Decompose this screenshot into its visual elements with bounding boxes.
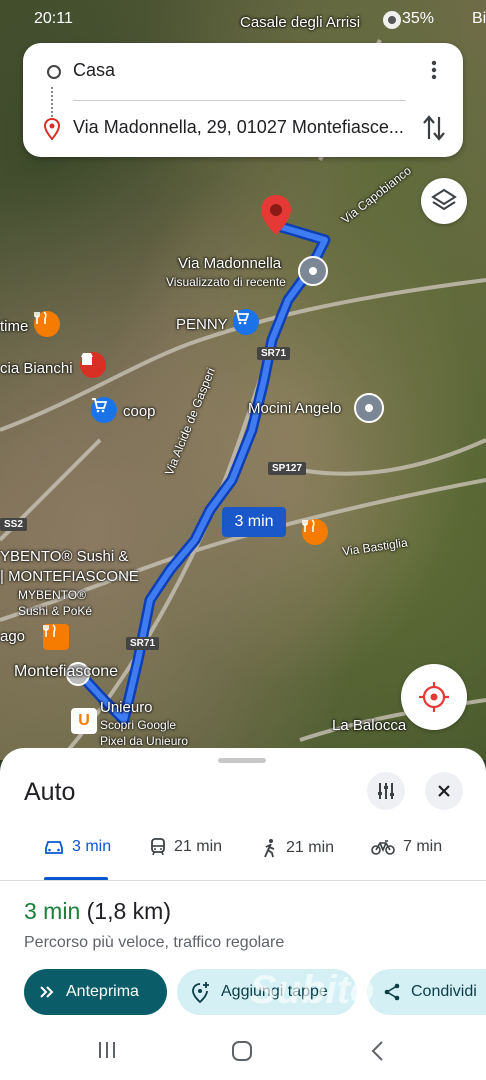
- tab-bike[interactable]: 7 min: [371, 838, 442, 856]
- swap-directions-icon[interactable]: [421, 113, 447, 143]
- map-label-mocini[interactable]: Mocini Angelo: [248, 400, 341, 417]
- status-time: 20:11: [34, 10, 73, 27]
- route-time-chip[interactable]: 3 min: [222, 507, 286, 537]
- add-location-icon: [192, 982, 209, 1003]
- road-shield-sr71-bottom: SR71: [126, 637, 160, 650]
- map-label-ago: ago: [0, 628, 26, 645]
- close-button[interactable]: [425, 772, 463, 810]
- back-icon[interactable]: [370, 1040, 386, 1062]
- tab-bike-label: 7 min: [403, 838, 443, 855]
- route-distance: (1,8 km): [86, 898, 171, 924]
- map-label-mybento-1[interactable]: YBENTO® Sushi &: [0, 548, 128, 565]
- watermark-text: Subito: [250, 968, 375, 1012]
- map-label-visualizzato: Visualizzato di recente: [166, 275, 286, 289]
- route-summary: 3 min (1,8 km): [24, 898, 171, 925]
- map-label-coop[interactable]: coop: [123, 403, 156, 420]
- tab-car[interactable]: 3 min: [44, 838, 111, 856]
- double-chevron-right-icon: [40, 986, 54, 998]
- road-shield-sr71-top: SR71: [257, 347, 291, 360]
- tab-car-label: 3 min: [72, 838, 112, 855]
- transit-icon: [151, 838, 165, 856]
- store-icon[interactable]: [80, 352, 106, 378]
- car-icon: [45, 841, 63, 854]
- share-icon: [384, 983, 400, 1001]
- preview-button[interactable]: Anteprima: [24, 969, 167, 1015]
- bike-icon: [371, 840, 395, 855]
- tab-transit[interactable]: 21 min: [150, 838, 222, 856]
- map-label-bianchi[interactable]: cia Bianchi: [0, 360, 73, 377]
- preview-label: Anteprima: [66, 983, 139, 1000]
- restaurant-icon[interactable]: [302, 519, 328, 545]
- map-label-montefiascone[interactable]: Montefiascone: [14, 663, 118, 681]
- sheet-drag-handle[interactable]: [218, 758, 266, 763]
- map-label-unieuro-sub1: Scopri Google: [100, 718, 177, 732]
- map-label-mybento-4: Sushi & PoKé: [18, 604, 93, 618]
- tab-walk-label: 21 min: [286, 839, 335, 856]
- status-battery: 35%: [402, 10, 435, 27]
- destination-pin-icon[interactable]: [259, 193, 293, 237]
- share-button[interactable]: Condividi: [367, 969, 486, 1015]
- close-icon: [438, 785, 450, 797]
- map-label-balocca[interactable]: La Balocca: [332, 717, 406, 734]
- road-shield-ss2: SS2: [0, 518, 27, 531]
- tabs-divider: [0, 880, 486, 881]
- map-label-unieuro-sub2: Pixel da Unieuro: [100, 734, 189, 748]
- layers-icon: [431, 188, 457, 211]
- shopping-cart-icon[interactable]: [91, 397, 117, 423]
- destination-field[interactable]: Via Madonnella, 29, 01027 Montefiasce...: [73, 117, 408, 138]
- route-dots-divider: [51, 87, 55, 117]
- map-label-via-madonnella[interactable]: Via Madonnella: [178, 255, 281, 272]
- road-shield-sp127: SP127: [268, 462, 307, 475]
- restaurant-icon[interactable]: [34, 311, 60, 337]
- destination-pin-small-icon: [44, 118, 60, 140]
- status-bar: 20:11 35% Bi: [0, 8, 486, 32]
- tab-transit-label: 21 min: [174, 838, 223, 855]
- origin-field[interactable]: Casa: [73, 60, 115, 81]
- map-label-time[interactable]: time: [0, 318, 28, 335]
- travel-mode-tabs: 3 min 21 min 21 min 7 min: [0, 828, 486, 881]
- unieuro-logo-icon[interactable]: U: [71, 708, 97, 734]
- location-status-icon: [383, 11, 401, 29]
- route-time-label: 3 min: [234, 513, 274, 530]
- recent-place-icon[interactable]: [298, 256, 328, 286]
- map-label-unieuro[interactable]: Unieuro: [100, 699, 153, 716]
- route-options-button[interactable]: [367, 772, 405, 810]
- system-nav-bar: [0, 1030, 486, 1080]
- route-duration: 3 min: [24, 898, 81, 924]
- map-label-mybento-2[interactable]: | MONTEFIASCONE: [0, 568, 139, 585]
- directions-card: Casa Via Madonnella, 29, 01027 Montefias…: [23, 43, 463, 157]
- restaurant-icon[interactable]: [43, 624, 69, 650]
- more-options-icon[interactable]: [423, 57, 445, 83]
- place-icon[interactable]: [354, 393, 384, 423]
- origin-circle-icon: [47, 65, 61, 79]
- tab-walk[interactable]: 21 min: [262, 838, 334, 858]
- map-label-mybento-3: MYBENTO®: [18, 588, 86, 602]
- location-target-icon: [419, 682, 449, 712]
- walk-icon: [264, 839, 275, 858]
- route-description: Percorso più veloce, traffico regolare: [24, 934, 285, 951]
- status-overflow: Bi: [472, 10, 486, 27]
- layers-button[interactable]: [421, 178, 467, 224]
- shopping-cart-icon[interactable]: [233, 309, 259, 335]
- sheet-title: Auto: [24, 778, 76, 806]
- recent-apps-icon[interactable]: [96, 1040, 118, 1060]
- home-icon[interactable]: [231, 1040, 253, 1062]
- sliders-icon: [378, 783, 394, 799]
- my-location-button[interactable]: [401, 664, 467, 730]
- field-divider: [73, 100, 406, 101]
- map-label-penny[interactable]: PENNY: [176, 316, 228, 333]
- share-label: Condividi: [411, 983, 477, 1000]
